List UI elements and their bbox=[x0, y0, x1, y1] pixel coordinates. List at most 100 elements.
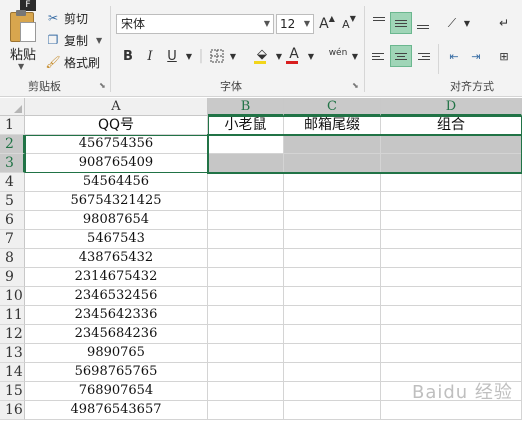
cell-d11[interactable] bbox=[381, 306, 522, 325]
cell-c8[interactable] bbox=[284, 249, 381, 268]
decrease-indent-icon[interactable]: ⇤ bbox=[444, 45, 464, 67]
cell-c6[interactable] bbox=[284, 211, 381, 230]
cell-b1[interactable]: 小老鼠 bbox=[208, 116, 284, 135]
cell-a4[interactable]: 54564456 bbox=[25, 173, 208, 192]
font-launcher-icon[interactable]: ⬊ bbox=[352, 81, 359, 90]
underline-button[interactable]: U bbox=[164, 45, 180, 67]
cell-b4[interactable] bbox=[208, 173, 284, 192]
clipboard-launcher-icon[interactable]: ⬊ bbox=[99, 81, 106, 90]
align-center-button[interactable] bbox=[390, 45, 412, 67]
chevron-down-icon[interactable]: ▼ bbox=[306, 45, 316, 67]
align-left-button[interactable] bbox=[368, 45, 390, 67]
cell-b2[interactable] bbox=[208, 135, 284, 154]
cell-c10[interactable] bbox=[284, 287, 381, 306]
chevron-down-icon[interactable]: ▼ bbox=[350, 45, 360, 67]
grow-font-button[interactable]: A ▲ bbox=[318, 13, 336, 35]
cell-b5[interactable] bbox=[208, 192, 284, 211]
row-header-9[interactable]: 9 bbox=[0, 268, 25, 287]
row-header-3[interactable]: 3 bbox=[0, 154, 25, 173]
cell-b7[interactable] bbox=[208, 230, 284, 249]
cell-b14[interactable] bbox=[208, 363, 284, 382]
row-header-11[interactable]: 11 bbox=[0, 306, 25, 325]
chevron-down-icon[interactable]: ▼ bbox=[228, 45, 238, 67]
chevron-down-icon[interactable]: ▼ bbox=[96, 36, 102, 45]
chevron-down-icon[interactable]: ▼ bbox=[274, 45, 284, 67]
chevron-down-icon[interactable]: ▼ bbox=[184, 45, 194, 67]
cell-d13[interactable] bbox=[381, 344, 522, 363]
column-header-d[interactable]: D bbox=[381, 98, 522, 116]
column-header-c[interactable]: C bbox=[284, 98, 381, 116]
cell-d3[interactable] bbox=[381, 154, 522, 173]
cell-a3[interactable]: 908765409 bbox=[25, 154, 208, 173]
italic-button[interactable]: I bbox=[142, 45, 158, 67]
row-header-2[interactable]: 2 bbox=[0, 135, 25, 154]
cell-c9[interactable] bbox=[284, 268, 381, 287]
cut-button[interactable]: ✂ 剪切 bbox=[46, 8, 88, 28]
increase-indent-icon[interactable]: ⇥ bbox=[466, 45, 486, 67]
column-header-a[interactable]: A bbox=[25, 98, 208, 116]
orientation-icon[interactable]: ⟋ bbox=[442, 12, 462, 34]
cell-c12[interactable] bbox=[284, 325, 381, 344]
cell-a6[interactable]: 98087654 bbox=[25, 211, 208, 230]
row-header-4[interactable]: 4 bbox=[0, 173, 25, 192]
chevron-down-icon[interactable]: ▼ bbox=[264, 15, 270, 33]
row-header-1[interactable]: 1 bbox=[0, 116, 25, 135]
row-header-7[interactable]: 7 bbox=[0, 230, 25, 249]
cell-c7[interactable] bbox=[284, 230, 381, 249]
align-top-button[interactable] bbox=[368, 12, 390, 34]
font-size-combo[interactable]: 12 ▼ bbox=[276, 14, 314, 34]
font-name-combo[interactable]: 宋体 ▼ bbox=[116, 14, 274, 34]
row-header-14[interactable]: 14 bbox=[0, 363, 25, 382]
shrink-font-button[interactable]: A ▼ bbox=[340, 13, 358, 35]
cell-a14[interactable]: 5698765765 bbox=[25, 363, 208, 382]
cell-c4[interactable] bbox=[284, 173, 381, 192]
cell-a8[interactable]: 438765432 bbox=[25, 249, 208, 268]
chevron-down-icon[interactable]: ▼ bbox=[18, 62, 24, 71]
fill-color-button[interactable]: ⬙ bbox=[252, 43, 272, 65]
cell-d9[interactable] bbox=[381, 268, 522, 287]
cell-d7[interactable] bbox=[381, 230, 522, 249]
cell-b12[interactable] bbox=[208, 325, 284, 344]
cell-a11[interactable]: 2345642336 bbox=[25, 306, 208, 325]
row-header-8[interactable]: 8 bbox=[0, 249, 25, 268]
cell-b15[interactable] bbox=[208, 382, 284, 401]
cell-d1[interactable]: 组合 bbox=[381, 116, 522, 135]
row-header-16[interactable]: 16 bbox=[0, 401, 25, 420]
paste-button[interactable]: 粘贴 ▼ bbox=[4, 10, 40, 71]
format-painter-button[interactable]: 🖌 格式刷 bbox=[45, 52, 100, 72]
cell-a16[interactable]: 49876543657 bbox=[25, 401, 208, 420]
bold-button[interactable]: B bbox=[120, 45, 136, 67]
spreadsheet-grid[interactable]: A B C D 1 QQ号 小老鼠 邮箱尾缀 组合 2 456754356 3 908765409 4 54… bbox=[0, 98, 522, 422]
cell-d5[interactable] bbox=[381, 192, 522, 211]
row-header-5[interactable]: 5 bbox=[0, 192, 25, 211]
cell-b9[interactable] bbox=[208, 268, 284, 287]
chevron-down-icon[interactable]: ▼ bbox=[304, 15, 310, 33]
cell-d4[interactable] bbox=[381, 173, 522, 192]
row-header-12[interactable]: 12 bbox=[0, 325, 25, 344]
row-header-6[interactable]: 6 bbox=[0, 211, 25, 230]
cell-a2[interactable]: 456754356 bbox=[25, 135, 208, 154]
cell-a9[interactable]: 2314675432 bbox=[25, 268, 208, 287]
column-header-b[interactable]: B bbox=[208, 98, 284, 116]
cell-d6[interactable] bbox=[381, 211, 522, 230]
cell-b10[interactable] bbox=[208, 287, 284, 306]
phonetic-button[interactable]: wén bbox=[326, 42, 350, 64]
cell-a1[interactable]: QQ号 bbox=[25, 116, 208, 135]
cell-d2[interactable] bbox=[381, 135, 522, 154]
select-all-button[interactable] bbox=[0, 98, 25, 116]
cell-a15[interactable]: 768907654 bbox=[25, 382, 208, 401]
cell-c15[interactable] bbox=[284, 382, 381, 401]
font-color-button[interactable]: A bbox=[284, 43, 304, 65]
borders-icon[interactable] bbox=[208, 45, 226, 67]
cell-b11[interactable] bbox=[208, 306, 284, 325]
cell-d8[interactable] bbox=[381, 249, 522, 268]
wrap-text-icon[interactable]: ↵ bbox=[494, 12, 514, 34]
row-header-10[interactable]: 10 bbox=[0, 287, 25, 306]
cell-d10[interactable] bbox=[381, 287, 522, 306]
align-middle-button[interactable] bbox=[390, 12, 412, 34]
row-header-15[interactable]: 15 bbox=[0, 382, 25, 401]
cell-c13[interactable] bbox=[284, 344, 381, 363]
cell-a5[interactable]: 56754321425 bbox=[25, 192, 208, 211]
cell-a7[interactable]: 5467543 bbox=[25, 230, 208, 249]
copy-button[interactable]: ❐ 复制 ▼ bbox=[46, 30, 103, 50]
